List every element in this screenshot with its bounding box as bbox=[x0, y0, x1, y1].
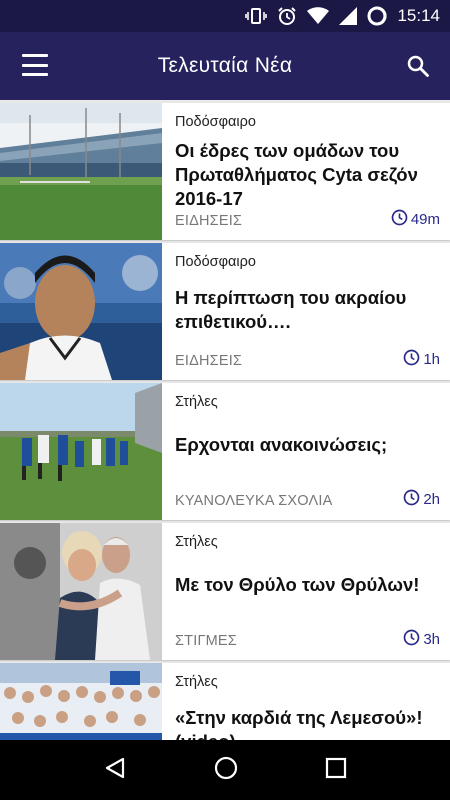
article-card[interactable]: Στήλες «Στην καρδιά της Λεμεσού»! (video… bbox=[0, 663, 450, 740]
article-time: 1h bbox=[403, 349, 440, 370]
article-thumbnail-stadium bbox=[0, 103, 162, 240]
article-time-label: 3h bbox=[423, 631, 440, 648]
status-bar: 15:14 bbox=[0, 0, 450, 32]
article-time-label: 49m bbox=[410, 211, 440, 228]
article-time: 2h bbox=[403, 489, 440, 510]
article-category: Στήλες bbox=[175, 394, 218, 410]
vibrate-icon bbox=[245, 7, 268, 25]
article-time-label: 2h bbox=[423, 491, 440, 508]
article-time-label: 1h bbox=[423, 351, 440, 368]
wifi-icon bbox=[307, 7, 330, 25]
app-bar: Τελευταία Νέα bbox=[0, 32, 450, 100]
article-card[interactable]: Ποδόσφαιρο Οι έδρες των ομάδων του Πρωτα… bbox=[0, 103, 450, 240]
article-category: Ποδόσφαιρο bbox=[175, 254, 256, 270]
article-thumbnail-training bbox=[0, 383, 162, 520]
article-thumbnail-couple bbox=[0, 523, 162, 660]
news-feed: Ποδόσφαιρο Οι έδρες των ομάδων του Πρωτα… bbox=[0, 100, 450, 740]
article-headline[interactable]: Η περίπτωση του ακραίου επιθετικού…. bbox=[175, 286, 440, 334]
article-category: Στήλες bbox=[175, 674, 218, 690]
article-thumbnail-fans bbox=[0, 663, 162, 740]
article-headline[interactable]: «Στην καρδιά της Λεμεσού»! (video) bbox=[175, 706, 440, 740]
recents-icon[interactable] bbox=[325, 757, 347, 784]
article-info: Στήλες Ερχονται ανακοινώσεις; ΚΥΑΝΟΛΕΥΚΑ… bbox=[162, 383, 450, 520]
article-headline[interactable]: Με τον Θρύλο των Θρύλων! bbox=[175, 573, 440, 597]
system-nav-bar bbox=[0, 740, 450, 800]
clock-icon bbox=[403, 629, 420, 650]
article-time: 3h bbox=[403, 629, 440, 650]
clock-icon bbox=[403, 349, 420, 370]
battery-icon bbox=[367, 6, 387, 26]
article-category: Ποδόσφαιρο bbox=[175, 114, 256, 130]
hamburger-menu-icon[interactable] bbox=[22, 54, 48, 76]
clock-icon bbox=[391, 209, 408, 230]
article-section: ΕΙΔΗΣΕΙΣ bbox=[175, 213, 243, 229]
article-section: ΚΥΑΝΟΛΕΥΚΑ ΣΧΟΛΙΑ bbox=[175, 493, 333, 509]
article-info: Ποδόσφαιρο Η περίπτωση του ακραίου επιθε… bbox=[162, 243, 450, 380]
article-info: Στήλες Με τον Θρύλο των Θρύλων! ΣΤΙΓΜΕΣ … bbox=[162, 523, 450, 660]
article-time: 49m bbox=[391, 209, 440, 230]
article-headline[interactable]: Οι έδρες των ομάδων του Πρωταθλήματος Cy… bbox=[175, 139, 440, 211]
article-section: ΣΤΙΓΜΕΣ bbox=[175, 633, 237, 649]
article-category: Στήλες bbox=[175, 534, 218, 550]
home-icon[interactable] bbox=[214, 756, 238, 785]
article-thumbnail-coach bbox=[0, 243, 162, 380]
article-info: Ποδόσφαιρο Οι έδρες των ομάδων του Πρωτα… bbox=[162, 103, 450, 240]
article-card[interactable]: Στήλες Ερχονται ανακοινώσεις; ΚΥΑΝΟΛΕΥΚΑ… bbox=[0, 383, 450, 520]
clock-icon bbox=[403, 489, 420, 510]
search-icon[interactable] bbox=[406, 54, 430, 78]
article-card[interactable]: Ποδόσφαιρο Η περίπτωση του ακραίου επιθε… bbox=[0, 243, 450, 380]
back-icon[interactable] bbox=[103, 756, 127, 785]
signal-icon bbox=[339, 7, 358, 25]
page-title: Τελευταία Νέα bbox=[157, 54, 293, 77]
article-info: Στήλες «Στην καρδιά της Λεμεσού»! (video… bbox=[162, 663, 450, 740]
article-headline[interactable]: Ερχονται ανακοινώσεις; bbox=[175, 433, 440, 457]
article-card[interactable]: Στήλες Με τον Θρύλο των Θρύλων! ΣΤΙΓΜΕΣ … bbox=[0, 523, 450, 660]
clock-time: 15:14 bbox=[397, 6, 440, 25]
article-section: ΕΙΔΗΣΕΙΣ bbox=[175, 353, 243, 369]
alarm-icon bbox=[277, 6, 297, 26]
